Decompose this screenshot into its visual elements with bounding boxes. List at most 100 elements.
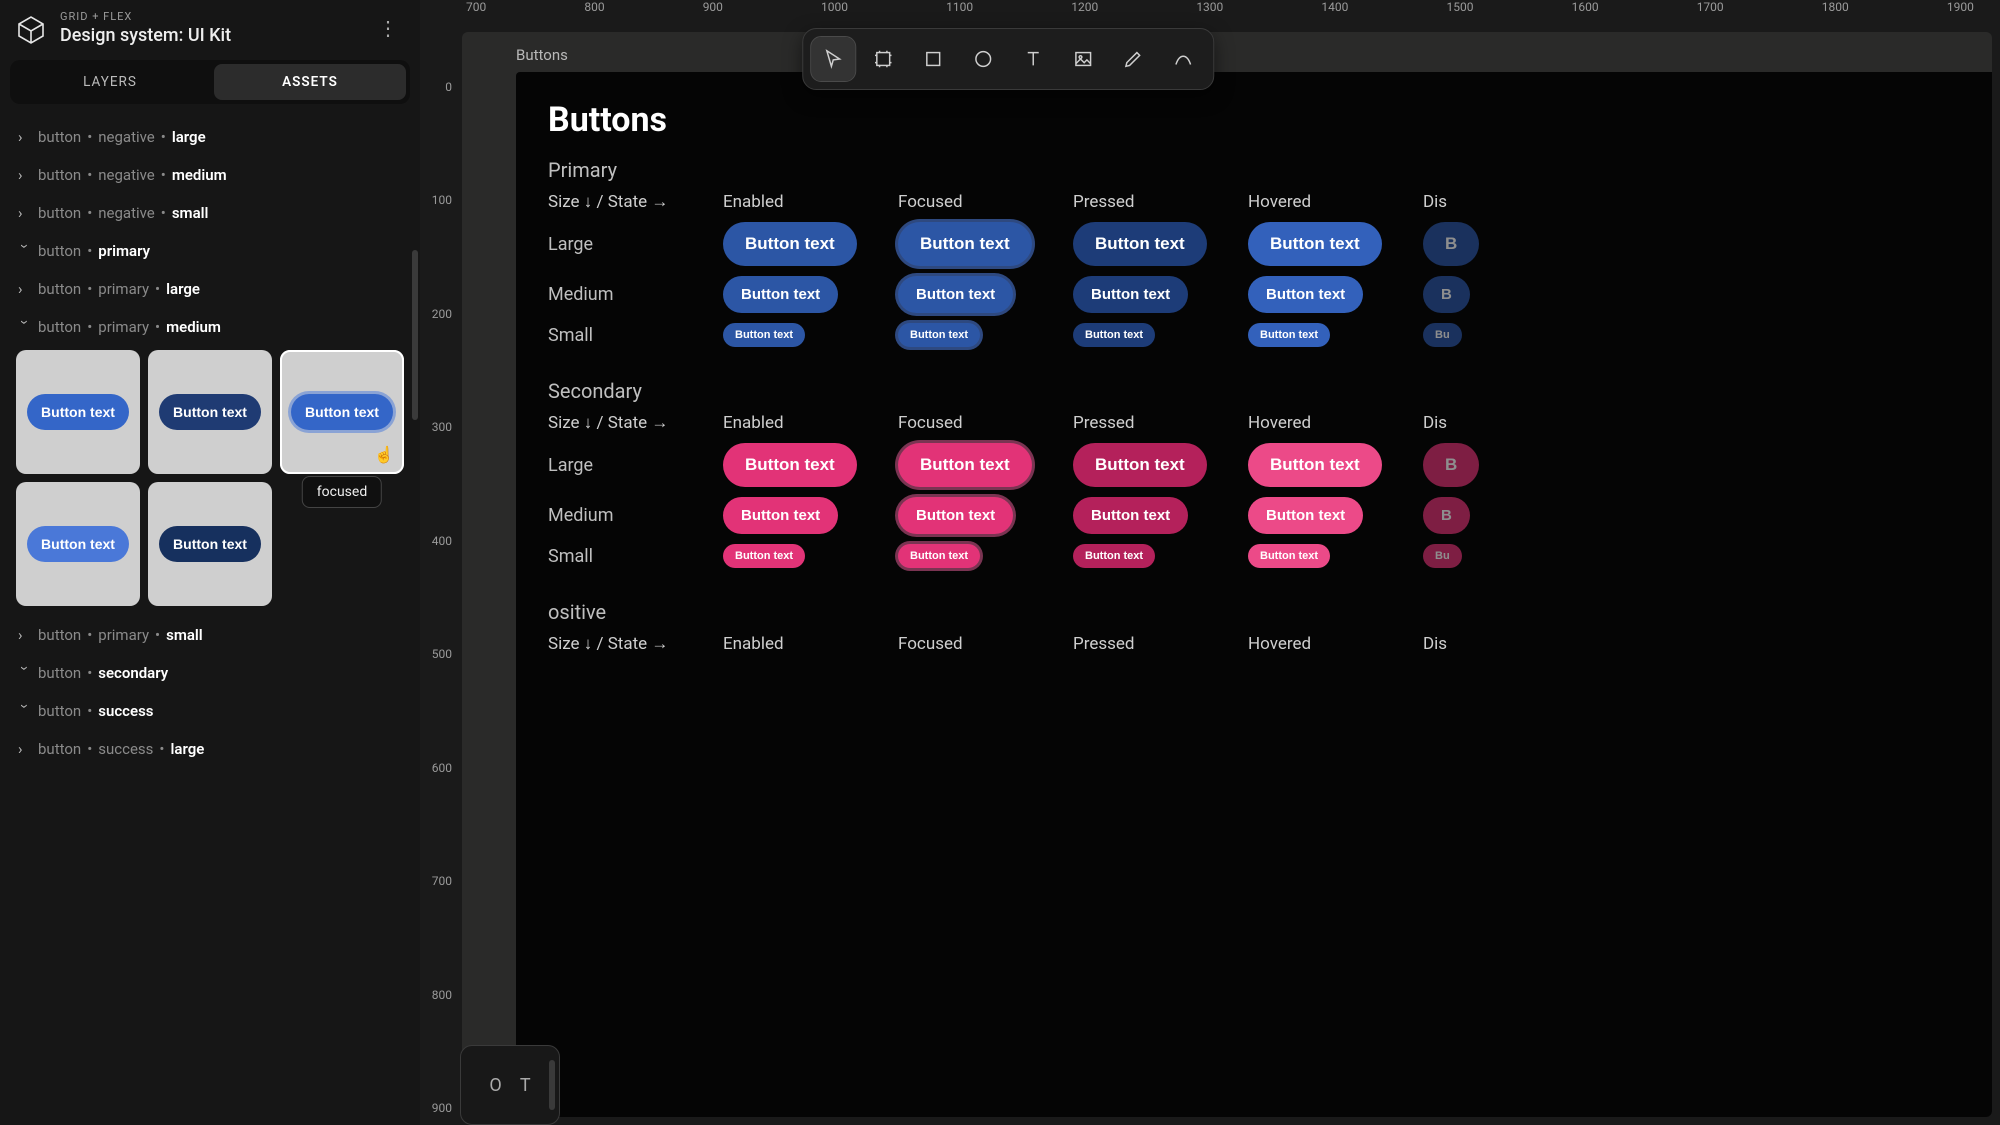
button-secondary-small-focused[interactable]: Button text — [898, 544, 980, 568]
tree-row-negative-small[interactable]: › button• negative• small — [10, 194, 410, 232]
tree-row-success-large[interactable]: › button• success• large — [10, 730, 410, 768]
tree-row-primary-large[interactable]: › button• primary• large — [10, 270, 410, 308]
asset-tree[interactable]: › button• negative• large › button• nega… — [0, 112, 420, 1125]
project-menu-icon[interactable]: ⋮ — [370, 12, 406, 44]
caret-down-icon: › — [16, 244, 34, 258]
caret-right-icon: › — [18, 626, 32, 644]
tree-row-primary-medium[interactable]: › button• primary• medium — [10, 308, 410, 346]
button-primary-small-hovered[interactable]: Button text — [1248, 323, 1330, 347]
mini-panel-o[interactable]: O — [489, 1075, 501, 1096]
button-primary-small-focused[interactable]: Button text — [898, 323, 980, 347]
panel-tab-switch: LAYERS ASSETS — [10, 60, 410, 104]
section-title: Buttons — [548, 100, 1992, 140]
tool-frame[interactable] — [861, 37, 905, 81]
left-panel: GRID + FLEX Design system: UI Kit ⋮ LAYE… — [0, 0, 420, 1125]
tool-text[interactable] — [1011, 37, 1055, 81]
mini-panel-t[interactable]: T — [520, 1075, 531, 1096]
button-secondary-medium-disabled[interactable]: B — [1423, 497, 1470, 534]
ruler-horizontal: 700800900 100011001200 130014001500 1600… — [440, 0, 2000, 22]
button-primary-large-pressed[interactable]: Button text — [1073, 222, 1207, 266]
tool-pen[interactable] — [1111, 37, 1155, 81]
grid-header-primary: Size ↓ / State → Enabled Focused Pressed… — [548, 192, 1992, 212]
caret-right-icon: › — [18, 166, 32, 184]
caret-right-icon: › — [18, 280, 32, 298]
axis-label: Size ↓ / State → — [548, 192, 723, 212]
tool-rectangle[interactable] — [911, 37, 955, 81]
row-primary-medium: Medium Button text Button text Button te… — [548, 276, 1992, 313]
button-primary-medium-focused[interactable]: Button text — [898, 276, 1013, 313]
preview-button[interactable]: Button text — [159, 526, 261, 562]
mini-panel-scrollbar[interactable] — [549, 1060, 555, 1110]
project-icon[interactable] — [14, 11, 48, 45]
preview-button[interactable]: Button text — [291, 394, 393, 430]
floating-toolbar — [802, 28, 1214, 90]
asset-card-hovered[interactable]: Button text — [16, 482, 140, 606]
canvas-area[interactable]: Buttons Buttons Primary Size ↓ / State →… — [454, 24, 2000, 1125]
asset-card-enabled[interactable]: Button text — [16, 350, 140, 474]
panel-scrollbar[interactable] — [412, 250, 418, 420]
variant-primary: Primary — [548, 158, 1992, 182]
button-secondary-large-enabled[interactable]: Button text — [723, 443, 857, 487]
asset-preview-grid: Button text Button text Button text focu… — [10, 346, 410, 616]
button-secondary-large-focused[interactable]: Button text — [898, 443, 1032, 487]
tab-layers[interactable]: LAYERS — [14, 64, 206, 100]
caret-right-icon: › — [18, 740, 32, 758]
tree-row-secondary[interactable]: › button• secondary — [10, 654, 410, 692]
preview-button[interactable]: Button text — [27, 394, 129, 430]
caret-down-icon: › — [16, 320, 34, 334]
button-primary-large-enabled[interactable]: Button text — [723, 222, 857, 266]
button-secondary-medium-pressed[interactable]: Button text — [1073, 497, 1188, 534]
state-hovered: Hovered — [1248, 192, 1423, 212]
tab-assets[interactable]: ASSETS — [214, 64, 406, 100]
button-secondary-medium-enabled[interactable]: Button text — [723, 497, 838, 534]
preview-button[interactable]: Button text — [27, 526, 129, 562]
asset-card-focused[interactable]: Button text focused ☝ — [280, 350, 404, 474]
tree-row-success[interactable]: › button• success — [10, 692, 410, 730]
grid-header-secondary: Size ↓ / State → Enabled Focused Pressed… — [548, 413, 1992, 433]
button-primary-small-pressed[interactable]: Button text — [1073, 323, 1155, 347]
state-enabled: Enabled — [723, 192, 898, 212]
canvas-viewport[interactable]: Buttons Buttons Primary Size ↓ / State →… — [462, 32, 1992, 1117]
tree-row-negative-medium[interactable]: › button• negative• medium — [10, 156, 410, 194]
tool-ellipse[interactable] — [961, 37, 1005, 81]
tool-path[interactable] — [1161, 37, 1205, 81]
button-secondary-small-disabled[interactable]: Bu — [1423, 544, 1462, 568]
button-secondary-medium-hovered[interactable]: Button text — [1248, 497, 1363, 534]
tool-image[interactable] — [1061, 37, 1105, 81]
row-secondary-medium: Medium Button text Button text Button te… — [548, 497, 1992, 534]
button-secondary-large-disabled[interactable]: B — [1423, 443, 1479, 487]
button-primary-small-disabled[interactable]: Bu — [1423, 323, 1462, 347]
button-secondary-medium-focused[interactable]: Button text — [898, 497, 1013, 534]
asset-card-dark[interactable]: Button text — [148, 350, 272, 474]
button-primary-medium-pressed[interactable]: Button text — [1073, 276, 1188, 313]
button-primary-medium-disabled[interactable]: B — [1423, 276, 1470, 313]
button-secondary-large-hovered[interactable]: Button text — [1248, 443, 1382, 487]
state-pressed: Pressed — [1073, 192, 1248, 212]
tree-row-primary-small[interactable]: › button• primary• small — [10, 616, 410, 654]
asset-tooltip: focused — [302, 476, 382, 508]
button-primary-small-enabled[interactable]: Button text — [723, 323, 805, 347]
button-primary-medium-hovered[interactable]: Button text — [1248, 276, 1363, 313]
button-secondary-small-hovered[interactable]: Button text — [1248, 544, 1330, 568]
button-secondary-large-pressed[interactable]: Button text — [1073, 443, 1207, 487]
button-secondary-small-pressed[interactable]: Button text — [1073, 544, 1155, 568]
tree-row-negative-large[interactable]: › button• negative• large — [10, 118, 410, 156]
pointer-cursor-icon: ☝ — [374, 445, 394, 464]
tool-select[interactable] — [811, 37, 855, 81]
state-focused: Focused — [898, 192, 1073, 212]
asset-card-pressed[interactable]: Button text — [148, 482, 272, 606]
button-secondary-small-enabled[interactable]: Button text — [723, 544, 805, 568]
button-primary-large-disabled[interactable]: B — [1423, 222, 1479, 266]
preview-button[interactable]: Button text — [159, 394, 261, 430]
caret-right-icon: › — [18, 204, 32, 222]
variant-secondary: Secondary — [548, 379, 1992, 403]
project-eyebrow: GRID + FLEX — [60, 10, 231, 23]
tree-row-primary[interactable]: › button• primary — [10, 232, 410, 270]
button-primary-large-hovered[interactable]: Button text — [1248, 222, 1382, 266]
artboard-buttons[interactable]: Buttons Primary Size ↓ / State → Enabled… — [516, 72, 1992, 1117]
floating-mini-panel[interactable]: O T — [460, 1045, 560, 1125]
button-primary-medium-enabled[interactable]: Button text — [723, 276, 838, 313]
ruler-vertical: 0100200 300400500 600700800 900 — [420, 0, 454, 1125]
button-primary-large-focused[interactable]: Button text — [898, 222, 1032, 266]
frame-label[interactable]: Buttons — [516, 46, 568, 64]
